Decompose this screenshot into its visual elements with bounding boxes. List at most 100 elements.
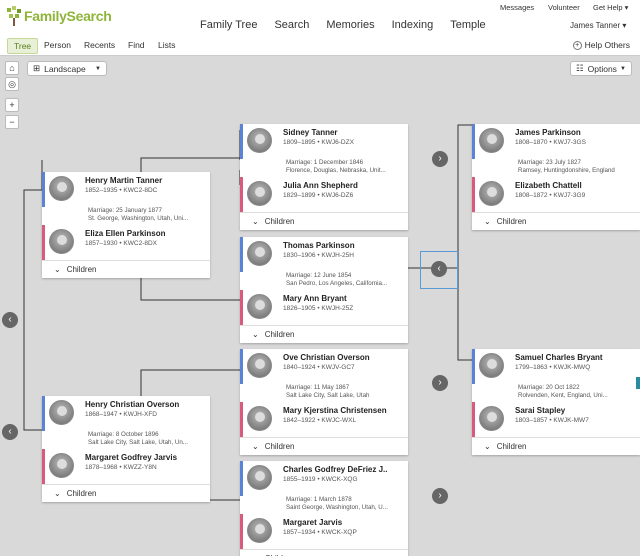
wife-person[interactable]: Julia Ann Shepherd 1829–1899 • KWJ6-DZ6 (240, 177, 408, 212)
husband-person[interactable]: Charles Godfrey DeFriez J.. 1855–1919 • K… (240, 461, 408, 496)
person-dates: 1799–1863 • KWJK-MWQ (515, 364, 591, 371)
person-dates: 1857–1934 • KWCK-XQP (283, 529, 357, 536)
collapse-button[interactable]: ‹ (431, 261, 447, 277)
chevron-left-icon: ‹ (8, 314, 12, 325)
marriage-place: St. George, Washington, Utah, Uni... (88, 215, 189, 222)
plus-icon: + (9, 100, 15, 110)
chevron-right-icon: › (438, 153, 442, 164)
husband-person[interactable]: Henry Christian Overson 1868–1947 • KWJH-… (42, 396, 210, 431)
portrait-photo (247, 294, 272, 319)
marriage-date: Marriage: 1 December 1846 (286, 159, 364, 166)
children-toggle[interactable]: ⌄Children (42, 260, 210, 278)
children-label: Children (264, 217, 295, 226)
husband-person[interactable]: James Parkinson 1808–1870 • KWJ7-3GS (472, 124, 640, 159)
person-name[interactable]: Samuel Charles Bryant (515, 353, 603, 362)
portrait-photo (479, 406, 504, 431)
marriage-place: Saint George, Washington, Utah, U... (286, 504, 388, 511)
wife-person[interactable]: Mary Ann Bryant 1826–1905 • KWJH-25Z (240, 290, 408, 325)
person-dates: 1857–1930 • KWC2-8DX (85, 240, 158, 247)
couple-card: Henry Christian Overson 1868–1947 • KWJH-… (42, 396, 210, 502)
marriage-place: Rolvenden, Kent, England, Uni... (518, 392, 608, 399)
children-toggle[interactable]: ⌄ Children (472, 437, 640, 455)
locate-button[interactable]: ◎ (5, 77, 19, 91)
person-dates: 1808–1872 • KWJ7-3G9 (515, 192, 586, 199)
portrait-photo (479, 128, 504, 153)
person-name[interactable]: Margaret Godfrey Jarvis (85, 453, 177, 462)
portrait-photo (247, 465, 272, 490)
person-name[interactable]: Eliza Ellen Parkinson (85, 229, 165, 238)
options-label: Options (587, 63, 617, 74)
wife-person[interactable]: Sarai Stapley 1803–1857 • KWJK-MW7 (472, 402, 640, 437)
target-icon: ◎ (8, 78, 16, 89)
person-name[interactable]: Elizabeth Chattell (515, 181, 582, 190)
portrait-photo (247, 518, 272, 543)
home-button[interactable]: ⌂ (5, 61, 19, 75)
person-name[interactable]: Henry Martin Tanner (85, 176, 162, 185)
marriage-date: Marriage: 8 October 1896 (88, 431, 159, 438)
husband-person[interactable]: Samuel Charles Bryant 1799–1863 • KWJK-MW… (472, 349, 640, 384)
wife-person[interactable]: Eliza Ellen Parkinson 1857–1930 • KWC2-8D… (42, 225, 210, 260)
wife-person[interactable]: Margaret Jarvis 1857–1934 • KWCK-XQP (240, 514, 408, 549)
minus-icon: − (9, 117, 15, 127)
expand-right-button-3[interactable]: › (432, 488, 448, 504)
person-name[interactable]: Charles Godfrey DeFriez J.. (283, 465, 387, 474)
chevron-down-icon: ⌄ (252, 330, 259, 339)
portrait-photo (247, 128, 272, 153)
person-name[interactable]: Margaret Jarvis (283, 518, 342, 527)
wife-person[interactable]: Elizabeth Chattell 1808–1872 • KWJ7-3G9 (472, 177, 640, 212)
person-name[interactable]: Ove Christian Overson (283, 353, 370, 362)
person-dates: 1809–1895 • KWJ6-DZX (283, 139, 354, 146)
zoom-out-button[interactable]: − (5, 115, 19, 129)
person-dates: 1829–1899 • KWJ6-DZ6 (283, 192, 354, 199)
children-toggle[interactable]: ⌄Children (240, 325, 408, 343)
person-name[interactable]: James Parkinson (515, 128, 581, 137)
person-name[interactable]: Thomas Parkinson (283, 241, 355, 250)
children-label: Children (496, 442, 527, 451)
chevron-down-icon: ⌄ (252, 217, 259, 226)
person-name[interactable]: Henry Christian Overson (85, 400, 179, 409)
marriage-info: Marriage: 11 May 1867 Salt Lake City, Sal… (240, 384, 408, 402)
marriage-date: Marriage: 1 March 1878 (286, 496, 352, 503)
person-dates: 1842–1922 • KWJC-WXL (283, 417, 357, 424)
options-dropdown[interactable]: ☷ Options ▼ (570, 61, 632, 76)
portrait-photo (247, 241, 272, 266)
zoom-in-button[interactable]: + (5, 98, 19, 112)
husband-person[interactable]: Sidney Tanner 1809–1895 • KWJ6-DZX (240, 124, 408, 159)
couple-card: Charles Godfrey DeFriez J.. 1855–1919 • K… (240, 461, 408, 556)
children-toggle[interactable]: ⌄Children (240, 437, 408, 455)
marriage-info: Marriage: 20 Oct 1822 Rolvenden, Kent, En… (472, 384, 640, 402)
person-dates: 1808–1870 • KWJ7-3GS (515, 139, 586, 146)
person-name[interactable]: Mary Kjerstina Christensen (283, 406, 387, 415)
children-toggle[interactable]: ⌄ Children (240, 212, 408, 230)
children-toggle[interactable]: ⌄Children (42, 484, 210, 502)
husband-person[interactable]: Ove Christian Overson 1840–1924 • KWJV-GC… (240, 349, 408, 384)
wife-person[interactable]: Mary Kjerstina Christensen 1842–1922 • KW… (240, 402, 408, 437)
marriage-date: Marriage: 12 June 1854 (286, 272, 352, 279)
chevron-down-icon: ⌄ (252, 442, 259, 451)
expand-left-button[interactable]: ‹ (2, 312, 18, 328)
husband-person[interactable]: Thomas Parkinson 1830–1906 • KWJH-25H (240, 237, 408, 272)
expand-left-button-2[interactable]: ‹ (2, 424, 18, 440)
person-dates: 1855–1919 • KWCK-XQG (283, 476, 358, 483)
portrait-photo (49, 453, 74, 478)
chevron-down-icon: ▼ (620, 65, 626, 72)
husband-person[interactable]: Henry Martin Tanner 1852–1935 • KWC2-8DC (42, 172, 210, 207)
expand-right-button-2[interactable]: › (432, 375, 448, 391)
expand-right-button[interactable]: › (432, 151, 448, 167)
person-dates: 1826–1905 • KWJH-25Z (283, 305, 354, 312)
wife-person[interactable]: Margaret Godfrey Jarvis 1878–1968 • KWZZ-… (42, 449, 210, 484)
chevron-down-icon: ⌄ (484, 442, 491, 451)
view-dropdown[interactable]: ⊞ Landscape ▼ (27, 61, 107, 76)
person-name[interactable]: Julia Ann Shepherd (283, 181, 358, 190)
person-name[interactable]: Sarai Stapley (515, 406, 565, 415)
children-toggle[interactable]: ⌄Children (472, 212, 640, 230)
person-dates: 1878–1968 • KWZZ-Y8N (85, 464, 157, 471)
chevron-left-icon: ‹ (437, 263, 441, 274)
side-tab[interactable] (636, 377, 640, 389)
marriage-place: San Pedro, Los Angeles, California... (286, 280, 388, 287)
person-name[interactable]: Mary Ann Bryant (283, 294, 347, 303)
couple-card: Thomas Parkinson 1830–1906 • KWJH-25H Marr… (240, 237, 408, 343)
options-icon: ☷ (576, 63, 584, 73)
children-toggle[interactable]: ⌄Children (240, 549, 408, 556)
person-name[interactable]: Sidney Tanner (283, 128, 338, 137)
